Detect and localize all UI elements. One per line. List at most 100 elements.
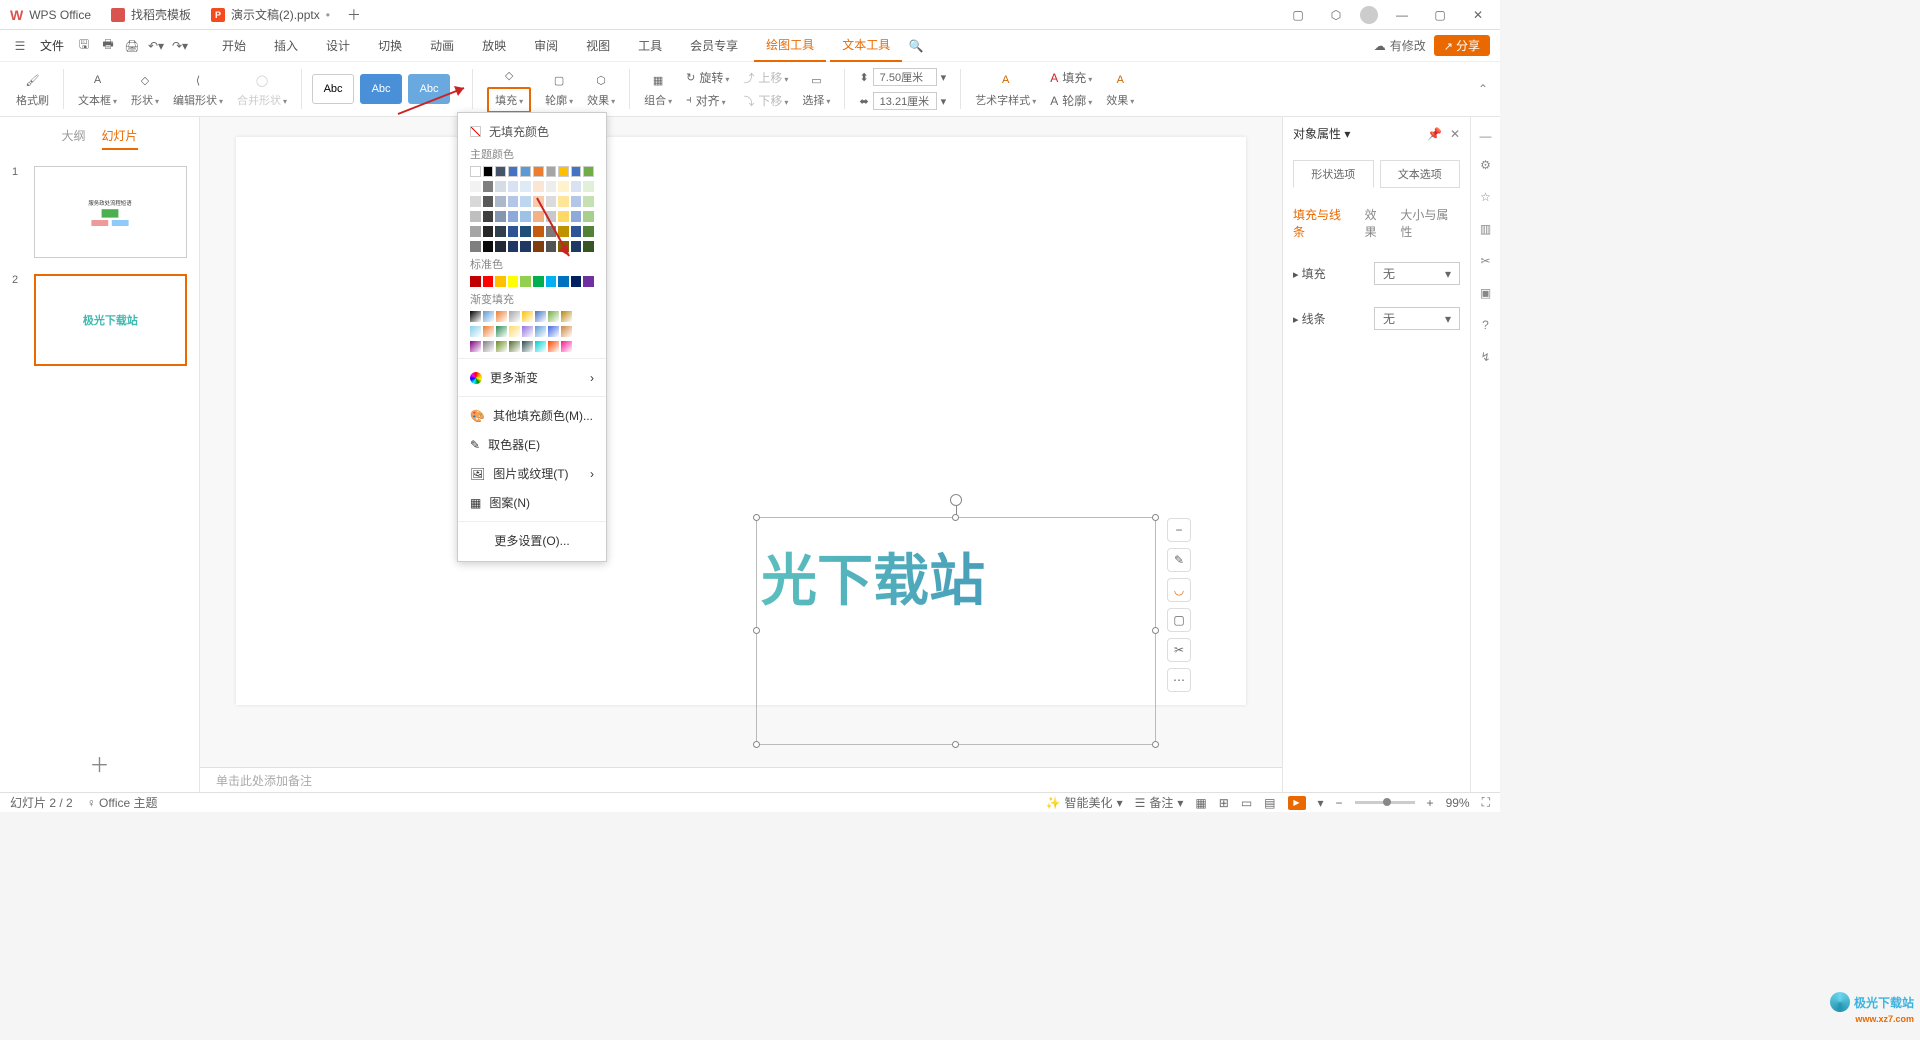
multi-window-icon[interactable]: ▢ — [1284, 1, 1312, 29]
color-swatch[interactable] — [483, 241, 494, 252]
gradient-swatch[interactable] — [483, 341, 494, 352]
redo-icon[interactable]: ↷▾ — [170, 36, 190, 56]
hamburger-icon[interactable]: ☰ — [10, 36, 30, 56]
shape-button[interactable]: ◇形状 — [127, 70, 163, 108]
close-panel-icon[interactable]: ✕ — [1450, 127, 1460, 141]
no-fill-option[interactable]: 无填充颜色 — [458, 119, 606, 144]
color-swatch[interactable] — [508, 181, 519, 192]
text-options-tab[interactable]: 文本选项 — [1380, 160, 1461, 188]
color-swatch[interactable] — [520, 166, 531, 177]
color-swatch[interactable] — [483, 181, 494, 192]
notes-bar[interactable]: 单击此处添加备注 — [200, 767, 1282, 792]
color-swatch[interactable] — [571, 196, 582, 207]
text-effect-button[interactable]: A效果 — [1102, 70, 1138, 108]
color-swatch[interactable] — [546, 196, 557, 207]
color-swatch[interactable] — [520, 276, 531, 287]
color-swatch[interactable] — [583, 166, 594, 177]
fill-button[interactable]: ◇填充 — [483, 65, 535, 113]
collapse-ribbon-icon[interactable]: ⌃ — [1478, 82, 1488, 96]
color-swatch[interactable] — [533, 196, 544, 207]
zoom-slider[interactable] — [1355, 801, 1415, 804]
gradient-swatch[interactable] — [509, 341, 520, 352]
gradient-swatch[interactable] — [561, 341, 572, 352]
maximize-button[interactable]: ▢ — [1426, 1, 1454, 29]
settings-icon[interactable]: ⚙ — [1476, 155, 1496, 175]
color-swatch[interactable] — [508, 276, 519, 287]
slides-tab[interactable]: 幻灯片 — [102, 127, 138, 150]
color-swatch[interactable] — [533, 211, 544, 222]
resize-handle[interactable] — [1152, 514, 1159, 521]
color-swatch[interactable] — [546, 181, 557, 192]
shape-style-2[interactable]: Abc — [360, 74, 402, 104]
resize-handle[interactable] — [952, 514, 959, 521]
gradient-swatch[interactable] — [522, 326, 533, 337]
slide-thumb-2[interactable]: 2 极光下载站 — [0, 266, 199, 374]
color-swatch[interactable] — [495, 166, 506, 177]
color-swatch[interactable] — [583, 211, 594, 222]
float-pencil-icon[interactable]: ✎ — [1167, 548, 1191, 572]
color-swatch[interactable] — [495, 241, 506, 252]
color-swatch[interactable] — [546, 211, 557, 222]
gradient-swatch[interactable] — [561, 326, 572, 337]
color-swatch[interactable] — [520, 241, 531, 252]
menu-tab-vip[interactable]: 会员专享 — [678, 30, 750, 62]
color-swatch[interactable] — [470, 196, 481, 207]
minimize-button[interactable]: — — [1388, 1, 1416, 29]
slideshow-dropdown[interactable]: ▾ — [1318, 796, 1324, 810]
color-swatch[interactable] — [558, 211, 569, 222]
text-box-selection[interactable]: 光下载站 − ✎ ◡ ▢ ✂ ⋯ — [756, 517, 1156, 745]
frame-icon[interactable]: ▣ — [1476, 283, 1496, 303]
color-swatch[interactable] — [558, 241, 569, 252]
rotate-button[interactable]: ↻ 旋转 — [682, 67, 733, 88]
gradient-swatch[interactable] — [470, 341, 481, 352]
view-notes-icon[interactable]: ▤ — [1264, 796, 1275, 810]
resize-handle[interactable] — [1152, 741, 1159, 748]
color-swatch[interactable] — [571, 241, 582, 252]
gradient-swatch[interactable] — [535, 341, 546, 352]
color-swatch[interactable] — [571, 211, 582, 222]
gradient-swatch[interactable] — [470, 326, 481, 337]
menu-tab-insert[interactable]: 插入 — [262, 30, 310, 62]
color-swatch[interactable] — [583, 196, 594, 207]
gradient-swatch[interactable] — [483, 326, 494, 337]
rotate-handle[interactable] — [950, 494, 962, 506]
color-swatch[interactable] — [520, 211, 531, 222]
menu-tab-animation[interactable]: 动画 — [418, 30, 466, 62]
color-swatch[interactable] — [583, 181, 594, 192]
color-swatch[interactable] — [558, 226, 569, 237]
menu-tab-start[interactable]: 开始 — [210, 30, 258, 62]
resize-handle[interactable] — [753, 741, 760, 748]
format-painter-button[interactable]: 🖌格式刷 — [12, 70, 53, 108]
effect-button[interactable]: ⬡效果 — [583, 70, 619, 108]
close-button[interactable]: ✕ — [1464, 1, 1492, 29]
float-highlight-icon[interactable]: ◡ — [1167, 578, 1191, 602]
star-icon[interactable]: ☆ — [1476, 187, 1496, 207]
color-swatch[interactable] — [533, 241, 544, 252]
view-reading-icon[interactable]: ▭ — [1241, 796, 1252, 810]
save-icon[interactable]: 🖫 — [74, 36, 94, 56]
add-slide-button[interactable]: ＋ — [0, 735, 199, 792]
float-frame-icon[interactable]: ▢ — [1167, 608, 1191, 632]
tools-icon[interactable]: ✂ — [1476, 251, 1496, 271]
color-swatch[interactable] — [571, 181, 582, 192]
color-swatch[interactable] — [483, 166, 494, 177]
tab-templates[interactable]: 找稻壳模板 — [101, 1, 201, 29]
color-swatch[interactable] — [508, 166, 519, 177]
color-swatch[interactable] — [470, 181, 481, 192]
gradient-swatch[interactable] — [496, 326, 507, 337]
color-swatch[interactable] — [520, 196, 531, 207]
share-button[interactable]: ↗ 分享 — [1434, 35, 1490, 56]
gradient-text[interactable]: 光下载站 — [757, 518, 1155, 635]
color-swatch[interactable] — [483, 211, 494, 222]
user-avatar[interactable] — [1360, 6, 1378, 24]
color-swatch[interactable] — [520, 181, 531, 192]
link-icon[interactable]: ↯ — [1476, 347, 1496, 367]
gradient-swatch[interactable] — [548, 326, 559, 337]
color-swatch[interactable] — [470, 211, 481, 222]
print-preview-icon[interactable]: 🖨 — [122, 36, 142, 56]
color-swatch[interactable] — [546, 226, 557, 237]
color-swatch[interactable] — [483, 226, 494, 237]
shape-style-3[interactable]: Abc — [408, 74, 450, 104]
more-fill-colors-item[interactable]: 🎨其他填充颜色(M)... — [458, 401, 606, 430]
color-swatch[interactable] — [558, 196, 569, 207]
